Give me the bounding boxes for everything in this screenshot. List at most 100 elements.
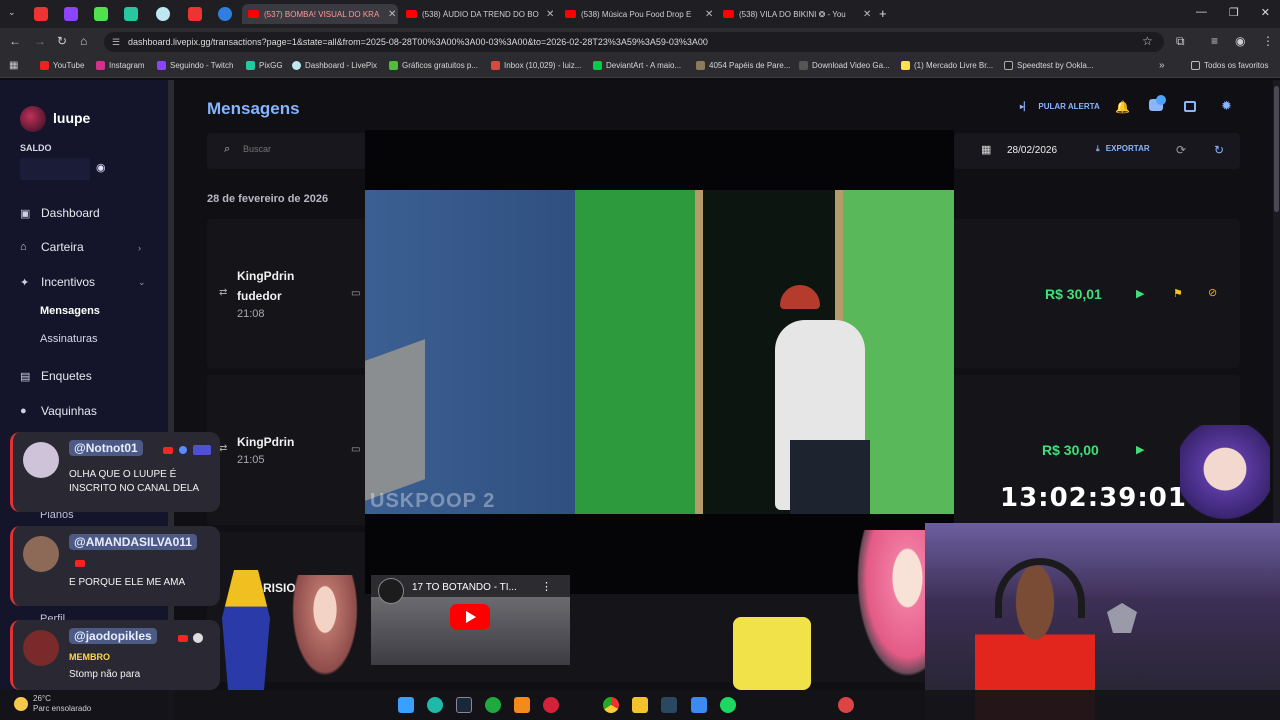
bookmark-deviantart[interactable]: DeviantArt - A maio... (593, 61, 681, 70)
pinned-tab-kick-icon[interactable] (94, 7, 108, 21)
sidebar-item-enquetes[interactable]: ▤ Enquetes (20, 369, 92, 383)
back-icon[interactable]: ← (9, 34, 21, 48)
forward-icon[interactable]: → (34, 34, 46, 48)
refresh-icon[interactable]: ↻ (1214, 143, 1224, 157)
youtube-badge-icon (75, 560, 85, 567)
bookmark-twitch[interactable]: Seguindo - Twitch (157, 61, 233, 70)
bookmark-star-icon[interactable]: ☆ (1142, 34, 1153, 48)
tab-search-icon[interactable]: ⌄ (8, 7, 16, 18)
bookmarks-bar: ▦ YouTube Instagram Seguindo - Twitch Pi… (0, 56, 1280, 78)
weather-icon (14, 697, 28, 711)
bookmark-download-video[interactable]: Download Video Ga... (799, 61, 890, 70)
chrome-icon[interactable] (603, 697, 619, 713)
sidebar-item-label: Incentivos (41, 275, 96, 289)
user-avatar[interactable] (20, 106, 46, 132)
youtube-icon (248, 10, 259, 18)
restore-icon[interactable]: ❐ (1229, 6, 1239, 19)
chrome-alt-icon[interactable] (838, 697, 854, 713)
more-options-icon[interactable]: ⋮ (541, 580, 552, 593)
eye-icon[interactable]: ◉ (96, 161, 106, 174)
close-icon[interactable]: ✕ (863, 9, 871, 20)
bookmark-inbox[interactable]: Inbox (10,029) - luiz... (491, 61, 581, 70)
vlc-icon[interactable] (514, 697, 530, 713)
bell-icon[interactable]: 🔔 (1115, 100, 1130, 114)
spotify-icon[interactable] (720, 697, 736, 713)
sync-icon[interactable]: ⟳ (1176, 143, 1186, 157)
sidebar-item-incentivos[interactable]: ✦ Incentivos (20, 275, 95, 289)
reload-icon[interactable]: ↻ (57, 34, 67, 48)
close-window-icon[interactable]: ✕ (1261, 6, 1270, 19)
skip-alert-button[interactable]: ▸▏ PULAR ALERTA (1020, 102, 1100, 111)
tab-vila-bikini[interactable]: (538) VILA DO BIKINI ❂ - You ✕ (717, 4, 873, 24)
sidebar-item-carteira[interactable]: ⌂ Carteira (20, 240, 84, 254)
sidebar-item-mensagens[interactable]: Mensagens (40, 305, 100, 317)
tab-audio-trend[interactable]: (538) ÁUDIO DA TREND DO BO ✕ (400, 4, 556, 24)
close-icon[interactable]: ✕ (705, 9, 713, 20)
extensions-icon[interactable]: ⧉ (1176, 34, 1185, 49)
xbox-icon[interactable] (485, 697, 501, 713)
pinterest-icon[interactable] (543, 697, 559, 713)
sidebar-item-assinaturas[interactable]: Assinaturas (40, 333, 97, 345)
apps-grid-icon[interactable]: ▦ (9, 60, 18, 71)
balance-hidden-value (20, 158, 90, 180)
flag-icon[interactable]: ⚑ (1173, 287, 1183, 300)
edge-icon[interactable] (427, 697, 443, 713)
bank-icon: ⌂ (20, 241, 27, 253)
sidebar-item-dashboard[interactable]: ▣ Dashboard (20, 206, 100, 220)
pinned-tab-youtube-icon[interactable] (34, 7, 48, 21)
file-explorer-icon[interactable] (632, 697, 648, 713)
tab-bomba-visual[interactable]: (537) BOMBA! VISUAL DO KRA ✕ (242, 4, 398, 24)
close-icon[interactable]: ✕ (388, 9, 396, 20)
terminal-icon[interactable] (661, 697, 677, 713)
play-button[interactable] (450, 604, 490, 630)
date-filter-value[interactable]: 28/02/2026 (1007, 145, 1057, 156)
notification-badge (1156, 95, 1166, 105)
message-icon: ▭ (351, 288, 361, 299)
sidebar-item-vaquinhas[interactable]: ● Vaquinhas (20, 404, 97, 418)
bookmark-speedtest[interactable]: Speedtest by Ookla... (1004, 61, 1094, 70)
chat-username: @AMANDASILVA011 (69, 534, 197, 550)
export-button[interactable]: ⤓ EXPORTAR (1096, 144, 1150, 154)
theme-sun-icon[interactable]: ✹ (1221, 98, 1232, 114)
bookmark-youtube[interactable]: YouTube (40, 61, 84, 70)
bookmark-papeis[interactable]: 4054 Papéis de Pare... (696, 61, 790, 70)
layout-icon[interactable] (1184, 101, 1196, 112)
pinned-tab-app-icon[interactable] (218, 7, 232, 21)
bookmark-instagram[interactable]: Instagram (96, 61, 145, 70)
replay-icon[interactable]: ▶ (1136, 287, 1144, 300)
stream-video (365, 190, 954, 514)
profile-icon[interactable]: ◉ (1235, 34, 1245, 48)
url-field[interactable]: ☰ dashboard.livepix.gg/transactions?page… (104, 32, 1164, 52)
bookmark-label: Gráficos gratuitos p... (402, 61, 479, 70)
menu-icon[interactable]: ⋮ (1262, 34, 1274, 48)
bookmark-label: YouTube (53, 61, 85, 70)
notepad-icon[interactable] (691, 697, 707, 713)
site-info-icon[interactable]: ☰ (112, 32, 120, 52)
all-favorites-folder[interactable]: Todos os favoritos (1191, 61, 1268, 70)
search-input[interactable] (243, 144, 363, 154)
minimize-icon[interactable]: — (1196, 6, 1207, 19)
bookmark-graficos[interactable]: Gráficos gratuitos p... (389, 61, 478, 70)
pinned-tab-livepix-icon[interactable] (156, 7, 170, 21)
pinned-tab-youtube2-icon[interactable] (188, 7, 202, 21)
media-icon[interactable]: ≡ (1211, 34, 1218, 48)
more-bookmarks-icon[interactable]: » (1159, 60, 1165, 71)
replay-icon[interactable]: ▶ (1136, 443, 1144, 456)
bookmark-mercado-livre[interactable]: (1) Mercado Livre Br... (901, 61, 993, 70)
bookmark-livepix[interactable]: Dashboard - LivePix (292, 61, 377, 70)
page-scrollbar-thumb[interactable] (1274, 86, 1279, 212)
block-icon[interactable]: ⊘ (1208, 286, 1217, 299)
home-icon[interactable]: ⌂ (80, 34, 87, 48)
windows-start-icon[interactable] (398, 697, 414, 713)
transaction-amount: R$ 30,00 (1042, 442, 1099, 458)
pinned-tab-pixgg-icon[interactable] (124, 7, 138, 21)
search-box: ⌕ (207, 133, 367, 169)
steam-icon[interactable] (456, 697, 472, 713)
browser-tab-bar: ⌄ (537) BOMBA! VISUAL DO KRA ✕ (538) ÁUD… (0, 0, 1280, 28)
pinned-tab-twitch-icon[interactable] (64, 7, 78, 21)
new-tab-button[interactable]: + (879, 6, 887, 21)
close-icon[interactable]: ✕ (546, 9, 554, 20)
download-icon (799, 61, 808, 70)
tab-musica-pou[interactable]: (538) Música Pou Food Drop E ✕ (559, 4, 715, 24)
bookmark-pixgg[interactable]: PixGG (246, 61, 283, 70)
